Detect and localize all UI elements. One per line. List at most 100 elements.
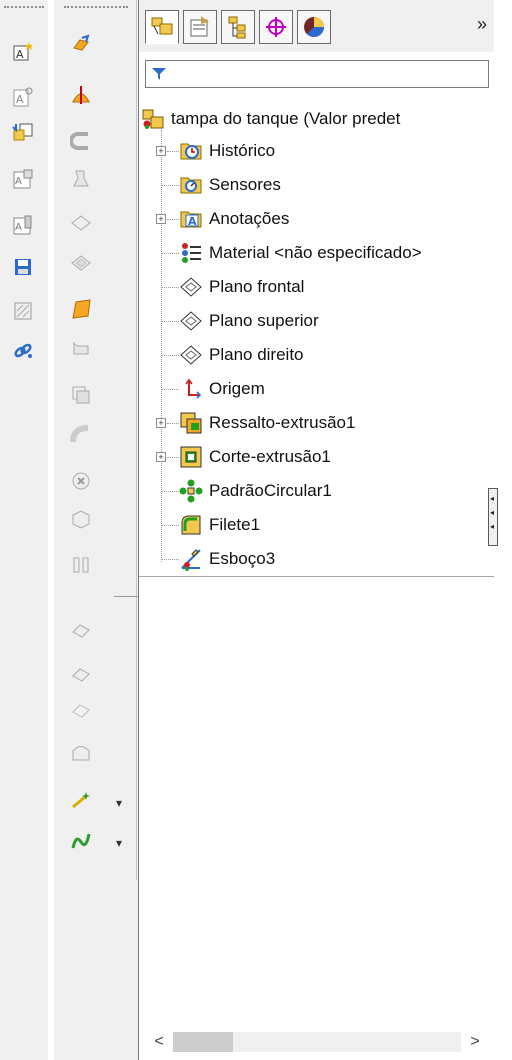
material-icon <box>179 241 203 265</box>
balloon-icon[interactable]: A <box>12 86 34 108</box>
dome-icon[interactable] <box>70 742 92 764</box>
svg-text:A: A <box>188 215 197 228</box>
tree-item-label: Filete1 <box>209 515 261 534</box>
history-icon <box>179 139 203 163</box>
tree-connector <box>162 253 179 254</box>
tree-connector <box>162 525 179 526</box>
tree-item-label: Histórico <box>209 141 276 160</box>
link-icon[interactable] <box>12 340 34 362</box>
tree-item-label: Plano superior <box>209 311 319 330</box>
tree-item-sensores[interactable]: Sensores <box>179 172 281 198</box>
table-icon[interactable]: A <box>12 168 34 190</box>
hatch-icon[interactable] <box>12 300 34 322</box>
cut-icon[interactable] <box>70 470 92 492</box>
plane-icon <box>179 343 203 367</box>
tree-root-node[interactable]: tampa do tanque (Valor predet <box>141 106 400 132</box>
tree-item-ressalto-extrusao1[interactable]: Ressalto-extrusão1 <box>179 410 355 436</box>
dimxpert-tab[interactable] <box>259 10 293 44</box>
tree-connector <box>162 321 179 322</box>
tree-connector <box>167 219 179 220</box>
curve-1-icon[interactable] <box>70 620 92 642</box>
extrude-boss-icon[interactable] <box>70 34 92 56</box>
sensor-icon <box>179 173 203 197</box>
tree-item-label: PadrãoCircular1 <box>209 481 332 500</box>
tree-item-label: Esboço3 <box>209 549 276 568</box>
collapse-panel-handle[interactable]: ◂ ◂ ◂ <box>488 488 498 546</box>
revolve-icon[interactable] <box>70 84 92 106</box>
tree-item-esboco3[interactable]: Esboço3 <box>179 546 275 572</box>
svg-text:A: A <box>15 176 22 187</box>
tree-item-label: Sensores <box>209 175 281 194</box>
tree-item-filete1[interactable]: Filete1 <box>179 512 260 538</box>
tree-connector <box>162 389 179 390</box>
chevron-down-icon[interactable]: ▾ <box>116 796 122 810</box>
tree-item-material[interactable]: Material <não especificado> <box>179 240 422 266</box>
tree-item-plano-superior[interactable]: Plano superior <box>179 308 319 334</box>
tree-connector <box>167 151 179 152</box>
fillet-icon <box>179 513 203 537</box>
svg-text:A: A <box>16 48 24 61</box>
block-icon[interactable]: A <box>12 214 34 236</box>
tree-filter-field[interactable] <box>145 60 489 88</box>
annotations-icon: A <box>179 207 203 231</box>
tree-item-plano-direito[interactable]: Plano direito <box>179 342 304 368</box>
reference-plane-icon[interactable] <box>70 252 92 274</box>
tree-item-label: Ressalto-extrusão1 <box>209 413 356 432</box>
tree-item-anotacoes[interactable]: A Anotações <box>179 206 289 232</box>
chevron-down-icon[interactable]: ▾ <box>116 836 122 850</box>
toolbar-grip[interactable] <box>64 6 128 8</box>
toolbar-grip[interactable] <box>4 6 44 8</box>
tree-item-label: Corte-extrusão1 <box>209 447 331 466</box>
horizontal-scrollbar[interactable]: < > <box>147 1030 487 1054</box>
mirror-icon[interactable] <box>70 554 92 576</box>
tree-item-label: Plano direito <box>209 345 304 364</box>
scroll-right-button[interactable]: > <box>463 1030 487 1054</box>
tree-item-label: Origem <box>209 379 265 398</box>
expand-toggle[interactable]: + <box>156 214 166 224</box>
features-toolbar: ▾ ▾ <box>54 0 184 880</box>
expand-toggle[interactable]: + <box>156 418 166 428</box>
scrollbar-thumb[interactable] <box>173 1032 233 1052</box>
spline-icon[interactable] <box>70 830 92 852</box>
property-manager-tab[interactable] <box>183 10 217 44</box>
save-icon[interactable] <box>12 256 34 278</box>
loft-icon[interactable] <box>70 168 92 190</box>
configuration-manager-tab[interactable] <box>221 10 255 44</box>
origin-icon <box>179 377 203 401</box>
import-icon[interactable] <box>12 122 34 144</box>
tree-item-plano-frontal[interactable]: Plano frontal <box>179 274 304 300</box>
pipe-icon[interactable] <box>70 424 92 446</box>
svg-text:A: A <box>16 93 24 106</box>
rib-icon[interactable] <box>70 508 92 530</box>
plane-icon <box>179 309 203 333</box>
folder-icon[interactable] <box>70 298 92 320</box>
tree-item-historico[interactable]: Histórico <box>179 138 275 164</box>
tree-item-label: Anotações <box>209 209 290 228</box>
tree-connector <box>162 355 179 356</box>
expand-toggle[interactable]: + <box>156 452 166 462</box>
tree-item-padrao-circular1[interactable]: PadrãoCircular1 <box>179 478 332 504</box>
annotation-toolbar: A A A A <box>0 0 49 362</box>
panel-tabs: » <box>139 0 495 52</box>
plane-icon[interactable] <box>70 212 92 234</box>
expand-toggle[interactable]: + <box>156 146 166 156</box>
more-tabs-button[interactable]: » <box>477 14 487 35</box>
sketch-tool-icon[interactable] <box>70 790 92 812</box>
feature-manager-tab[interactable] <box>145 10 179 44</box>
tree-connector <box>161 130 162 562</box>
curve-2-icon[interactable] <box>70 664 92 686</box>
tree-connector <box>167 457 179 458</box>
part-icon <box>141 107 165 131</box>
shell-icon[interactable] <box>70 384 92 406</box>
tree-item-origem[interactable]: Origem <box>179 376 265 402</box>
tree-item-corte-extrusao1[interactable]: Corte-extrusão1 <box>179 444 331 470</box>
curve-3-icon[interactable] <box>70 700 92 722</box>
scroll-left-button[interactable]: < <box>147 1030 171 1054</box>
display-manager-tab[interactable] <box>297 10 331 44</box>
note-icon[interactable]: A <box>12 40 34 62</box>
chevron-left-icon: ◂ <box>490 494 495 503</box>
fillet-icon[interactable] <box>70 336 92 358</box>
circular-pattern-icon <box>179 479 203 503</box>
tree-bottom-border <box>139 576 495 577</box>
swept-icon[interactable] <box>70 130 92 152</box>
